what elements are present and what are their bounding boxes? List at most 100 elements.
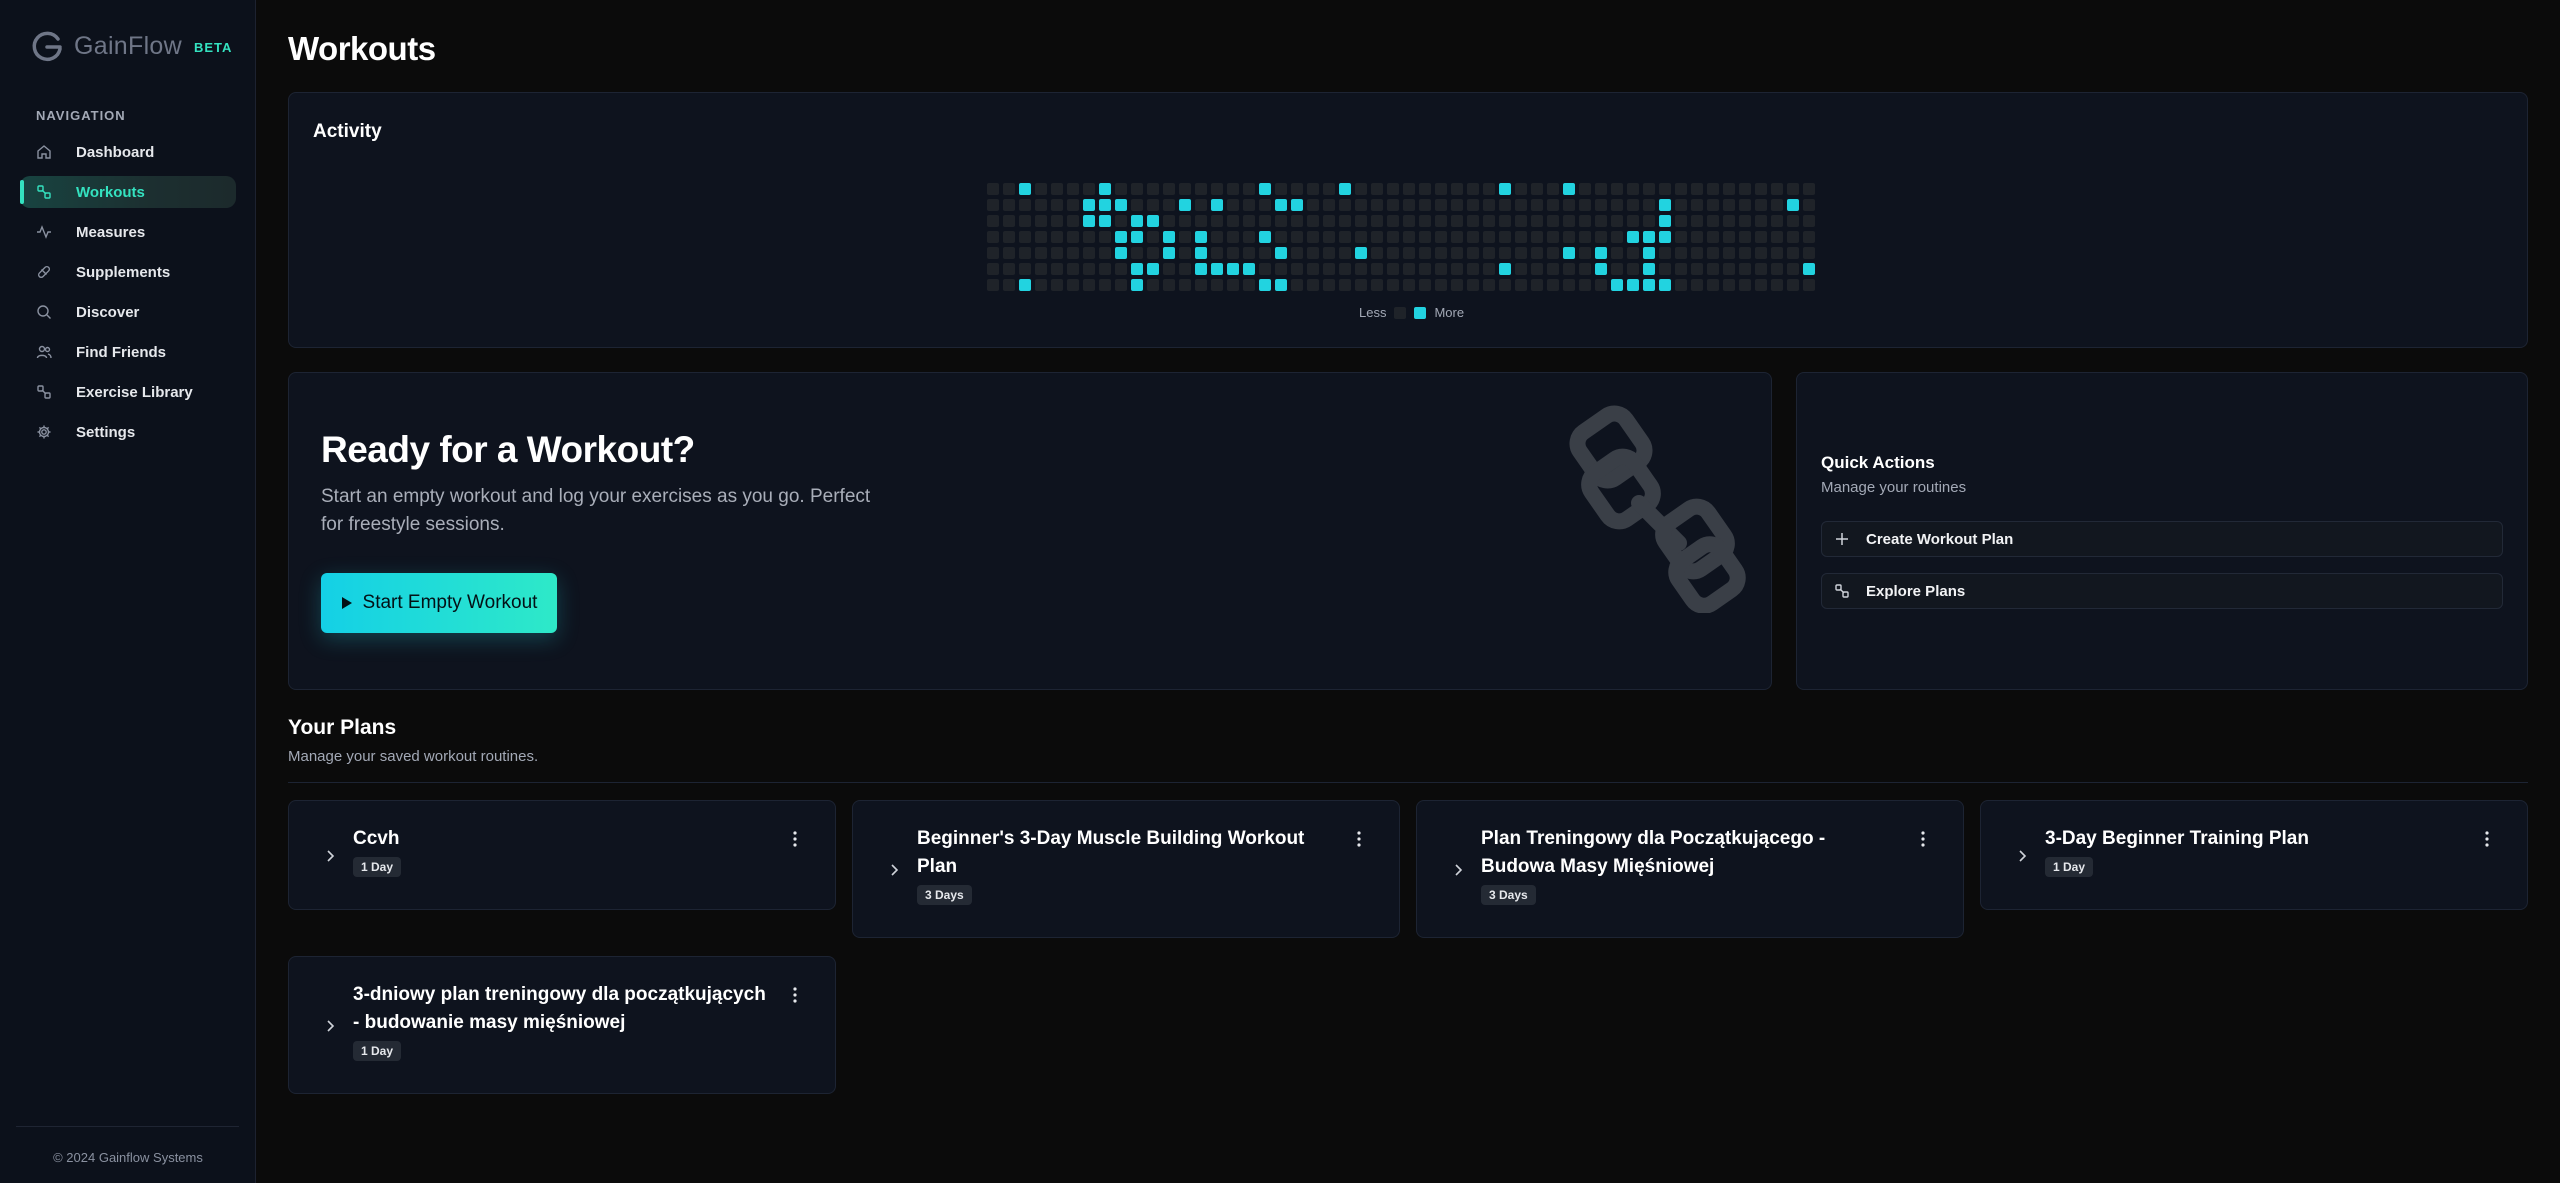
- heatmap-cell: [1739, 215, 1751, 227]
- heatmap-cell-active: [1643, 247, 1655, 259]
- heatmap-cell: [1499, 279, 1511, 291]
- heatmap-cell: [1483, 247, 1495, 259]
- sidebar-item-find-friends[interactable]: Find Friends: [20, 336, 236, 368]
- sidebar-item-workouts[interactable]: Workouts: [20, 176, 236, 208]
- plan-days-badge: 1 Day: [2045, 857, 2094, 877]
- heatmap-cell: [1515, 215, 1527, 227]
- heatmap-cell: [1307, 279, 1319, 291]
- heatmap-cell: [1435, 279, 1447, 291]
- gear-icon: [36, 424, 52, 440]
- heatmap-cell: [1179, 247, 1191, 259]
- heatmap-cell-active: [1131, 263, 1143, 275]
- heatmap-cell: [1387, 183, 1399, 195]
- heatmap-cell: [1387, 263, 1399, 275]
- heatmap-cell: [1019, 215, 1031, 227]
- dumbbell-icon: [1834, 583, 1850, 599]
- more-options-icon[interactable]: [2477, 829, 2497, 849]
- heatmap-cell: [1259, 247, 1271, 259]
- heatmap-cell: [1627, 183, 1639, 195]
- plan-card[interactable]: 3-Day Beginner Training Plan 1 Day: [1980, 800, 2528, 910]
- heatmap-cell: [1035, 215, 1047, 227]
- dumbbell-illustration-icon: [1569, 405, 1746, 613]
- heatmap-cell-active: [1595, 263, 1607, 275]
- plan-card[interactable]: Plan Treningowy dla Początkującego - Bud…: [1416, 800, 1964, 938]
- heatmap-cell: [1323, 279, 1335, 291]
- heatmap-cell-active: [1019, 183, 1031, 195]
- heatmap-cell-active: [1131, 215, 1143, 227]
- heatmap-cell-active: [1611, 279, 1623, 291]
- heatmap-cell: [1643, 199, 1655, 211]
- explore-plans-button[interactable]: Explore Plans: [1821, 573, 2503, 609]
- sidebar-item-supplements[interactable]: Supplements: [20, 256, 236, 288]
- heatmap-cell: [1531, 263, 1543, 275]
- heatmap-cell: [1515, 279, 1527, 291]
- heatmap-cell: [1531, 199, 1543, 211]
- more-options-icon[interactable]: [1913, 829, 1933, 849]
- sidebar-item-settings[interactable]: Settings: [20, 416, 236, 448]
- heatmap-cell-active: [1595, 247, 1607, 259]
- heatmap-cell: [1515, 247, 1527, 259]
- heatmap-cell: [1227, 279, 1239, 291]
- heatmap-cell: [1723, 263, 1735, 275]
- heatmap-cell: [1739, 183, 1751, 195]
- heatmap-cell: [1003, 263, 1015, 275]
- heatmap-cell: [1659, 263, 1671, 275]
- heatmap-cell-active: [1147, 215, 1159, 227]
- heatmap-cell: [1483, 183, 1495, 195]
- heatmap-cell: [1739, 247, 1751, 259]
- heatmap-cell: [1403, 279, 1415, 291]
- heatmap-cell: [1707, 247, 1719, 259]
- gainflow-logo-icon: [32, 31, 62, 62]
- heatmap-cell: [1099, 279, 1111, 291]
- heatmap-cell: [1723, 231, 1735, 243]
- heatmap-cell: [1115, 279, 1127, 291]
- heatmap-cell: [1163, 263, 1175, 275]
- heatmap-cell: [1115, 263, 1127, 275]
- quick-actions-subtitle: Manage your routines: [1821, 479, 1967, 496]
- heatmap-cell: [1163, 215, 1175, 227]
- heatmap-cell: [1787, 231, 1799, 243]
- plan-card[interactable]: Beginner's 3-Day Muscle Building Workout…: [852, 800, 1400, 938]
- heatmap-cell: [1723, 247, 1735, 259]
- sidebar-item-exercise-library[interactable]: Exercise Library: [20, 376, 236, 408]
- heatmap-cell: [1771, 183, 1783, 195]
- heatmap-cell-active: [1643, 231, 1655, 243]
- heatmap-cell: [987, 215, 999, 227]
- heatmap-cell: [1467, 231, 1479, 243]
- heatmap-cell: [1787, 215, 1799, 227]
- heatmap-cell: [1515, 231, 1527, 243]
- heatmap-cell: [1643, 215, 1655, 227]
- chevron-right-icon: [327, 1020, 335, 1032]
- more-options-icon[interactable]: [785, 985, 805, 1005]
- more-options-icon[interactable]: [785, 829, 805, 849]
- heatmap-cell: [1179, 183, 1191, 195]
- plan-card[interactable]: Ccvh 1 Day: [288, 800, 836, 910]
- start-empty-workout-button[interactable]: Start Empty Workout: [321, 573, 557, 633]
- pill-icon: [36, 264, 52, 280]
- heatmap-cell-active: [1499, 183, 1511, 195]
- heatmap-cell: [1563, 215, 1575, 227]
- start-workout-card: Ready for a Workout? Start an empty work…: [288, 372, 1772, 690]
- sidebar-item-measures[interactable]: Measures: [20, 216, 236, 248]
- heatmap-cell: [1547, 199, 1559, 211]
- heatmap-cell: [1355, 279, 1367, 291]
- heatmap-cell: [1403, 215, 1415, 227]
- heatmap-cell: [1035, 247, 1047, 259]
- heatmap-cell: [1451, 279, 1463, 291]
- heatmap-cell: [1467, 279, 1479, 291]
- more-options-icon[interactable]: [1349, 829, 1369, 849]
- heatmap-cell: [1323, 199, 1335, 211]
- create-workout-plan-button[interactable]: Create Workout Plan: [1821, 521, 2503, 557]
- sidebar-item-discover[interactable]: Discover: [20, 296, 236, 328]
- heatmap-cell: [1739, 231, 1751, 243]
- sidebar-item-dashboard[interactable]: Dashboard: [20, 136, 236, 168]
- create-workout-plan-label: Create Workout Plan: [1866, 530, 2014, 548]
- heatmap-cell: [1627, 263, 1639, 275]
- sidebar-item-label: Discover: [76, 303, 140, 321]
- brand[interactable]: GainFlow BETA: [30, 28, 232, 64]
- heatmap-cell: [1467, 263, 1479, 275]
- plan-card[interactable]: 3-dniowy plan treningowy dla początkując…: [288, 956, 836, 1094]
- heatmap-cell: [1243, 183, 1255, 195]
- heatmap-cell: [1403, 231, 1415, 243]
- heatmap-cell-active: [1803, 263, 1815, 275]
